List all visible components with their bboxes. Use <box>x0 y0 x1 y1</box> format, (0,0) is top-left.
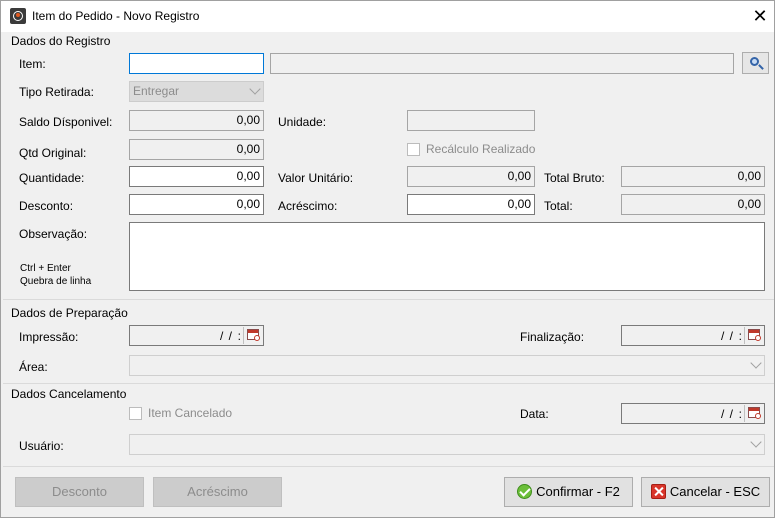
dialog-window: Item do Pedido - Novo Registro ✕ Dados d… <box>0 0 775 518</box>
chevron-down-icon <box>750 357 762 369</box>
unidade-label: Unidade: <box>278 115 327 129</box>
total-bruto-label: Total Bruto: <box>544 171 605 185</box>
impressao-date-value: / / <box>219 329 233 343</box>
cancel-button[interactable]: Cancelar - ESC <box>641 477 770 507</box>
area-label: Área: <box>19 360 48 374</box>
window-title: Item do Pedido - Novo Registro <box>32 9 200 23</box>
desconto-label: Desconto: <box>19 199 74 213</box>
finalizacao-date-field[interactable]: / / : <box>621 325 765 346</box>
valor-unitario-field: 0,00 <box>407 166 535 187</box>
qtd-original-label: Qtd Original: <box>19 146 87 160</box>
cancel-x-icon <box>650 484 666 499</box>
recalculo-label: Recálculo Realizado <box>426 142 536 156</box>
search-button[interactable] <box>742 52 769 74</box>
desconto-input[interactable]: 0,00 <box>129 194 264 215</box>
acrescimo-button[interactable]: Acréscimo <box>153 477 282 507</box>
confirm-button[interactable]: Confirmar - F2 <box>504 477 633 507</box>
tipo-retirada-value: Entregar <box>133 84 180 98</box>
observacao-label: Observação: <box>19 227 88 241</box>
observacao-hint-2: Quebra de linha <box>20 276 92 287</box>
finalizacao-label: Finalização: <box>520 330 585 344</box>
calendar-icon[interactable] <box>243 327 262 344</box>
data-label: Data: <box>520 407 549 421</box>
chevron-down-icon <box>750 436 762 448</box>
total-bruto-field: 0,00 <box>621 166 765 187</box>
close-icon[interactable]: ✕ <box>746 4 774 28</box>
usuario-select[interactable] <box>129 434 765 455</box>
desconto-button[interactable]: Desconto <box>15 477 144 507</box>
calendar-icon[interactable] <box>744 405 763 422</box>
saldo-label: Saldo Dísponivel: <box>19 115 113 129</box>
qtd-original-field: 0,00 <box>129 139 264 160</box>
data-cancelamento-field[interactable]: / / : <box>621 403 765 424</box>
separator <box>3 383 774 384</box>
separator <box>3 299 774 300</box>
chevron-down-icon <box>249 83 261 95</box>
item-cancelado-label: Item Cancelado <box>148 406 233 420</box>
separator <box>3 466 774 467</box>
item-input[interactable] <box>129 53 264 74</box>
item-cancelado-checkbox[interactable] <box>129 407 142 420</box>
usuario-label: Usuário: <box>19 439 64 453</box>
quantidade-label: Quantidade: <box>19 171 85 185</box>
observacao-textarea[interactable] <box>129 222 765 291</box>
calendar-icon[interactable] <box>744 327 763 344</box>
item-label: Item: <box>19 57 46 71</box>
valor-unitario-label: Valor Unitário: <box>278 171 354 185</box>
tipo-retirada-select[interactable]: Entregar <box>129 81 264 102</box>
recalculo-checkbox[interactable] <box>407 143 420 156</box>
item-description-field <box>270 53 734 74</box>
confirm-check-icon <box>517 484 533 499</box>
section-preparacao-title: Dados de Preparação <box>11 306 128 320</box>
section-registro-title: Dados do Registro <box>11 34 111 48</box>
section-cancelamento-title: Dados Cancelamento <box>11 387 127 401</box>
data-cancelamento-value: / / <box>720 407 734 421</box>
total-field: 0,00 <box>621 194 765 215</box>
title-bar: Item do Pedido - Novo Registro ✕ <box>1 1 774 32</box>
saldo-field: 0,00 <box>129 110 264 131</box>
quantidade-input[interactable]: 0,00 <box>129 166 264 187</box>
total-label: Total: <box>544 199 573 213</box>
finalizacao-date-value: / / <box>720 329 734 343</box>
app-icon <box>10 8 26 24</box>
acrescimo-input[interactable]: 0,00 <box>407 194 535 215</box>
unidade-field <box>407 110 535 131</box>
tipo-retirada-label: Tipo Retirada: <box>19 85 94 99</box>
observacao-hint-1: Ctrl + Enter <box>20 263 71 274</box>
area-select[interactable] <box>129 355 765 376</box>
impressao-date-field[interactable]: / / : <box>129 325 264 346</box>
impressao-label: Impressão: <box>19 330 79 344</box>
acrescimo-label: Acréscimo: <box>278 199 338 213</box>
